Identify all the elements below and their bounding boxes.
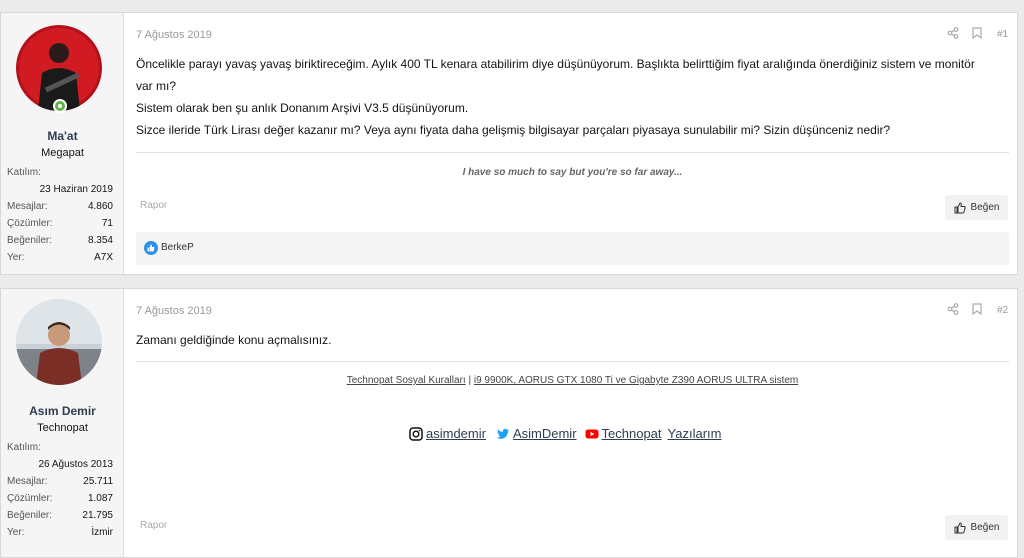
report-link[interactable]: Rapor	[140, 200, 167, 211]
post-1: Ma'at Megapat Katılım: 23 Haziran 2019 M…	[0, 12, 1018, 275]
social-links: asimdemir AsimDemir Technopat Yazılarım	[409, 426, 721, 441]
stat-label-solutions: Çözümler:	[7, 218, 53, 229]
stat-label-likes: Beğeniler:	[7, 510, 53, 521]
user-sidebar: Ma'at Megapat Katılım: 23 Haziran 2019 M…	[1, 13, 124, 274]
online-indicator	[53, 99, 67, 113]
like-label: Beğen	[970, 522, 1000, 533]
user-title: Megapat	[41, 147, 84, 159]
stat-label-messages: Mesajlar:	[7, 201, 48, 212]
stat-label-joined: Katılım:	[7, 442, 41, 453]
signature-text: I have so much to say but you're so far …	[462, 167, 683, 178]
message-body: Zamanı geldiğinde konu açmalısınız.	[136, 329, 986, 351]
thumbs-up-icon	[954, 201, 966, 213]
stat-label-location: Yer:	[7, 252, 25, 263]
message-body: Öncelikle parayı yavaş yavaş biriktirece…	[136, 53, 986, 141]
user-title: Technopat	[37, 422, 88, 434]
stat-value-solutions: 1.087	[87, 493, 113, 504]
stat-label-solutions: Çözümler:	[7, 493, 53, 504]
message-line-1: Zamanı geldiğinde konu açmalısınız.	[136, 333, 332, 347]
bookmark-icon[interactable]	[972, 27, 982, 42]
message-line-3: Sizce ileride Türk Lirası değer kazanır …	[136, 123, 891, 137]
username[interactable]: Ma'at	[1, 129, 124, 143]
twitter-link[interactable]: AsimDemir	[513, 426, 577, 441]
like-button[interactable]: Beğen	[945, 515, 1008, 540]
username[interactable]: Asım Demir	[1, 404, 124, 418]
share-icon[interactable]	[947, 27, 959, 42]
stat-value-likes: 8.354	[87, 235, 113, 246]
reaction-users[interactable]: BerkeP	[161, 242, 194, 253]
post-number[interactable]: #2	[997, 305, 1008, 316]
instagram-link[interactable]: asimdemir	[426, 426, 486, 441]
signature-divider	[136, 152, 1009, 153]
post-date[interactable]: 7 Ağustos 2019	[136, 305, 212, 317]
post-2: Asım Demir Technopat Katılım: 26 Ağustos…	[0, 288, 1018, 558]
like-reaction-icon	[144, 241, 158, 255]
stat-value-solutions: 71	[101, 218, 113, 229]
bookmark-icon[interactable]	[972, 303, 982, 318]
twitter-icon	[496, 428, 509, 439]
youtube-icon	[585, 429, 599, 438]
report-link[interactable]: Rapor	[140, 520, 167, 531]
signature-links: Technopat Sosyal Kuralları | i9 9900K, A…	[136, 375, 1009, 386]
rules-link[interactable]: Technopat Sosyal Kuralları	[347, 375, 466, 386]
thumbs-up-icon	[954, 521, 966, 533]
message-line-1: Öncelikle parayı yavaş yavaş biriktirece…	[136, 57, 975, 93]
post-number[interactable]: #1	[997, 29, 1008, 40]
stat-label-location: Yer:	[7, 527, 25, 538]
stat-value-joined: 23 Haziran 2019	[39, 184, 113, 195]
like-label: Beğen	[970, 202, 1000, 213]
stat-value-location: A7X	[94, 252, 113, 263]
reactions-bar[interactable]: BerkeP	[136, 232, 1009, 265]
stat-label-joined: Katılım:	[7, 167, 41, 178]
instagram-icon	[409, 426, 423, 441]
youtube-link[interactable]: Technopat	[602, 426, 662, 441]
share-icon[interactable]	[947, 303, 959, 318]
signature-divider	[136, 361, 1009, 362]
stat-value-likes: 21.795	[82, 510, 113, 521]
stat-value-joined: 26 Ağustos 2013	[38, 459, 113, 470]
system-link[interactable]: i9 9900K, AORUS GTX 1080 Ti ve Gigabyte …	[474, 375, 798, 386]
post-date[interactable]: 7 Ağustos 2019	[136, 29, 212, 41]
stat-value-location: İzmir	[91, 527, 113, 538]
stat-label-likes: Beğeniler:	[7, 235, 53, 246]
stat-value-messages: 25.711	[83, 476, 113, 487]
message-line-2: Sistem olarak ben şu anlık Donanım Arşiv…	[136, 101, 469, 115]
stat-value-messages: 4.860	[87, 201, 113, 212]
stat-label-messages: Mesajlar:	[7, 476, 48, 487]
like-button[interactable]: Beğen	[945, 195, 1008, 220]
articles-link[interactable]: Yazılarım	[668, 426, 722, 441]
user-sidebar: Asım Demir Technopat Katılım: 26 Ağustos…	[1, 289, 124, 557]
link-separator: |	[468, 375, 472, 386]
avatar[interactable]	[16, 299, 102, 385]
